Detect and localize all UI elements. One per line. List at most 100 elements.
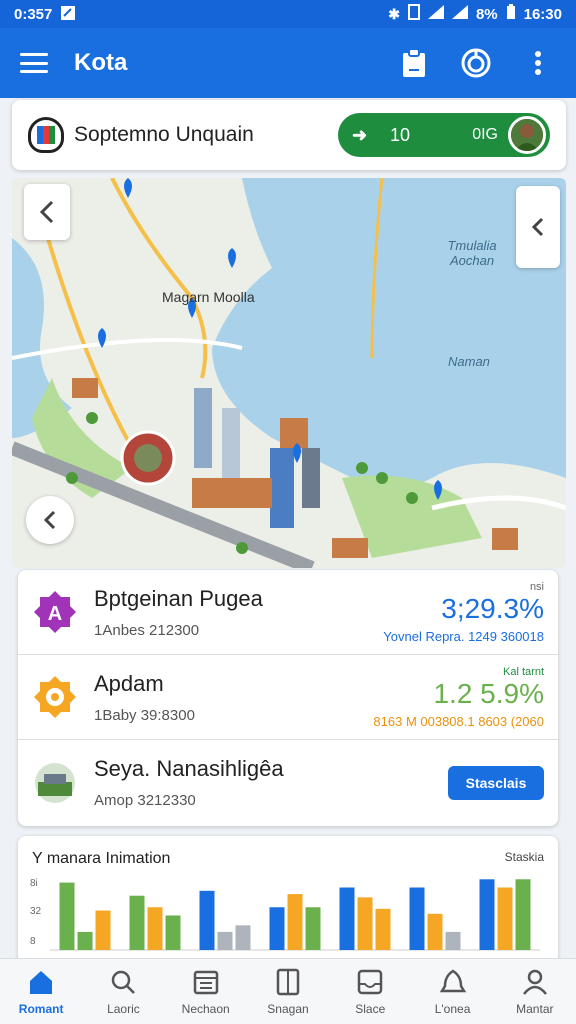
y-tick-label: 8	[30, 936, 36, 947]
score-unit: 0IG	[472, 126, 498, 143]
nav-profile[interactable]: Mantar	[494, 959, 576, 1024]
map-view[interactable]: Magarn Moolla Tmulalia Aochan Naman	[12, 178, 566, 568]
chart-bar	[515, 879, 531, 950]
list-item-subtitle: Amop 3212330	[94, 792, 196, 809]
chart-bar	[77, 931, 93, 950]
map-canvas[interactable]	[12, 178, 566, 568]
map-label-water: Naman	[448, 354, 490, 369]
nav-search[interactable]: Laoric	[82, 959, 164, 1024]
target-icon[interactable]	[458, 45, 494, 81]
chart-bar	[59, 882, 75, 950]
y-tick-label: 8i	[30, 878, 38, 889]
app-title: Kota	[74, 49, 128, 76]
chart-bar	[217, 931, 233, 950]
map-label-district: Magarn Moolla	[162, 289, 255, 305]
list-item-corner: Kal tarnt	[503, 665, 544, 678]
nav-home[interactable]: Romant	[0, 959, 82, 1024]
chart-bar	[409, 887, 425, 950]
map-back-button[interactable]	[24, 184, 70, 240]
sim-icon	[407, 4, 420, 24]
nav-inbox[interactable]: Slace	[329, 959, 411, 1024]
list-item-subtitle: 1Baby 39:8300	[94, 706, 195, 724]
list-item-value: 1.2 5.9%	[433, 677, 544, 709]
list-item-title: Bptgeinan Pugea	[94, 585, 263, 611]
list-item-title: Seya. Nanasihligêa	[94, 756, 284, 781]
more-vert-icon[interactable]	[520, 45, 556, 81]
a-badge-icon: A	[32, 589, 78, 635]
results-list: A Bptgeinan Pugea 1Anbes 212300 nsi 3;29…	[18, 570, 558, 826]
nav-calendar[interactable]: Nechaon	[165, 959, 247, 1024]
arrow-icon: ➜	[352, 124, 368, 145]
nav-bell[interactable]: L'onea	[411, 959, 493, 1024]
status-time: 0:357	[14, 5, 53, 23]
map-label-bay: Tmulalia Aochan	[447, 238, 497, 268]
chart-bar	[339, 887, 355, 950]
chevron-left-icon	[43, 510, 56, 530]
y-tick-label: 32	[30, 906, 42, 917]
chart-card: Y manara Inimation Staskia 8i 32 8	[18, 836, 558, 966]
home-icon	[30, 970, 53, 994]
app-bar: Kota	[0, 28, 576, 98]
nav-label: Laoric	[107, 1001, 140, 1016]
bottom-navigation: Romant Laoric Nechaon Snagan Slace L'one…	[0, 958, 576, 1024]
notification-icon	[60, 5, 76, 24]
chart-tag: Staskia	[504, 850, 544, 864]
list-item-action-button[interactable]: Stasclais	[448, 765, 544, 800]
list-item-detail: Yovnel Repra. 1249 360018	[383, 628, 544, 644]
battery-percent: 8%	[475, 5, 498, 23]
avatar[interactable]	[508, 116, 546, 154]
bell-icon	[439, 969, 466, 992]
chart-bar	[375, 908, 391, 950]
document-icon	[276, 968, 300, 995]
search-icon	[112, 970, 136, 994]
score-pill[interactable]: ➜ 10 0IG	[338, 113, 550, 157]
list-item-detail: 8163 M 003808.1 8603 (2060	[373, 713, 544, 729]
person-icon	[522, 969, 547, 995]
battery-icon	[506, 4, 516, 24]
nav-label: L'onea	[434, 1001, 471, 1016]
chart-bar	[479, 879, 495, 950]
inbox-icon	[358, 969, 383, 994]
chart-bar	[357, 897, 373, 950]
chart-bar	[445, 931, 461, 950]
list-item[interactable]: A Bptgeinan Pugea 1Anbes 212300 nsi 3;29…	[18, 570, 558, 655]
chart-bar	[427, 913, 443, 950]
chart-bar	[165, 915, 181, 950]
chevron-left-icon	[39, 200, 54, 224]
chart-bar	[269, 907, 285, 950]
map-collapse-button[interactable]	[516, 186, 560, 268]
profile-name: Soptemno Unquain	[74, 123, 254, 146]
chart-bar	[287, 894, 303, 950]
chart-bar	[147, 907, 163, 950]
chart-bar	[129, 895, 145, 950]
nav-label: Mantar	[516, 1001, 554, 1016]
chart-bar	[235, 925, 251, 950]
list-item-corner: nsi	[529, 580, 544, 593]
clipboard-icon[interactable]	[396, 45, 432, 81]
status-bar: 0:357 ✱ 8% 16:30	[0, 0, 576, 28]
nav-label: Slace	[355, 1001, 386, 1016]
list-item-value: 3;29.3%	[441, 592, 544, 624]
chart-title: Y manara Inimation	[32, 850, 171, 867]
nav-label: Snagan	[267, 1001, 309, 1016]
chart-bar	[199, 890, 215, 950]
menu-icon[interactable]	[20, 53, 48, 73]
list-item[interactable]: Seya. Nanasihligêa Amop 3212330 Stasclai…	[18, 740, 558, 825]
status-clock: 16:30	[523, 5, 562, 23]
map-prev-button[interactable]	[26, 496, 74, 544]
signal-icon	[427, 5, 444, 23]
list-item-title: Apdam	[94, 670, 164, 696]
profile-card[interactable]: Soptemno Unquain ➜ 10 0IG	[12, 100, 566, 170]
svg-text:A: A	[48, 603, 62, 625]
list-item-subtitle: 1Anbes 212300	[94, 621, 200, 639]
fire-badge-icon	[32, 674, 78, 720]
list-item[interactable]: Apdam 1Baby 39:8300 Kal tarnt 1.2 5.9% 8…	[18, 655, 558, 740]
chart-bar	[305, 907, 321, 950]
nav-label: Nechaon	[181, 1001, 230, 1016]
bluetooth-icon: ✱	[388, 5, 400, 22]
chart-bar	[95, 910, 111, 950]
nav-document[interactable]: Snagan	[247, 959, 329, 1024]
wifi-signal-icon	[451, 5, 468, 23]
nav-label: Romant	[18, 1001, 64, 1016]
thumbnail-image	[32, 760, 78, 806]
